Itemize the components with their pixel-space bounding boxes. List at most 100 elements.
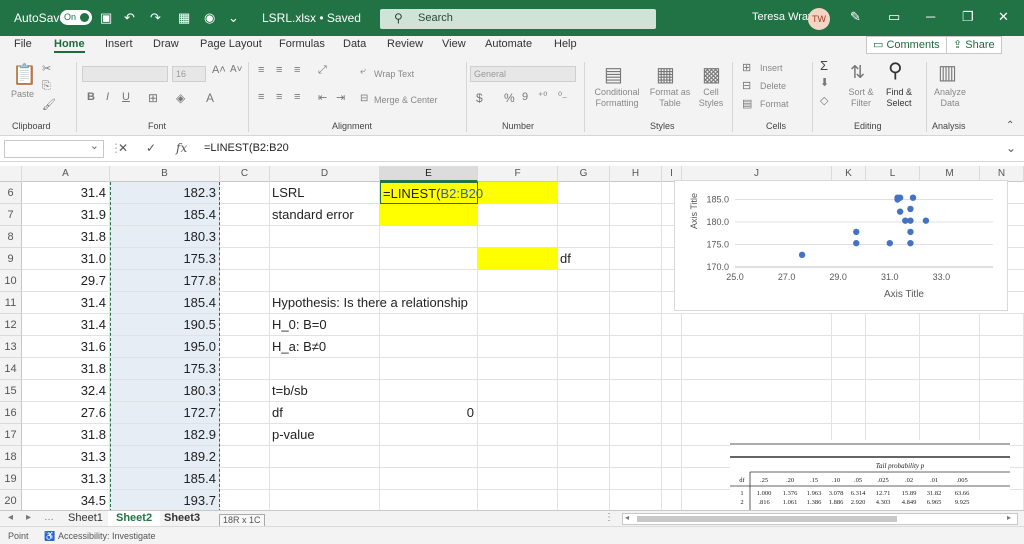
tab-draw[interactable]: Draw	[153, 38, 179, 50]
cell-e19[interactable]	[380, 468, 478, 490]
increase-font-icon[interactable]: A˄	[212, 64, 226, 76]
tab-page-layout[interactable]: Page Layout	[200, 38, 262, 50]
comments-button[interactable]: ▭ Comments	[866, 36, 947, 54]
paste-label[interactable]: Paste	[11, 89, 34, 100]
enter-icon[interactable]: ✓	[146, 141, 156, 155]
cell-g11[interactable]	[558, 292, 610, 314]
cell-i18[interactable]	[662, 446, 682, 468]
italic-icon[interactable]: I	[106, 91, 109, 103]
row-header[interactable]: 19	[0, 468, 22, 490]
cell-c6[interactable]	[220, 182, 270, 204]
decrease-decimal-icon[interactable]: ⁰₋	[558, 91, 567, 102]
sort-filter-label[interactable]: Sort & Filter	[846, 87, 876, 109]
align-center-icon[interactable]: ≡	[276, 91, 282, 103]
cell-c11[interactable]	[220, 292, 270, 314]
cell-h6[interactable]	[610, 182, 662, 204]
cell-f20[interactable]	[478, 490, 558, 510]
cell-e17[interactable]	[380, 424, 478, 446]
cell-d13[interactable]: H_a: B≠0	[270, 336, 380, 358]
cell-d18[interactable]	[270, 446, 380, 468]
file-name[interactable]: LSRL.xlsx • Saved	[262, 11, 361, 25]
cell-l12[interactable]	[866, 314, 920, 336]
cell-d11[interactable]: Hypothesis: Is there a relationship	[270, 292, 468, 314]
tab-automate[interactable]: Automate	[485, 38, 532, 50]
cell-h17[interactable]	[610, 424, 662, 446]
scroll-left-icon[interactable]: ◂	[625, 513, 629, 522]
cell-g18[interactable]	[558, 446, 610, 468]
next-sheet-icon[interactable]: ▸	[26, 512, 31, 523]
underline-icon[interactable]: U	[122, 91, 130, 103]
cell-g14[interactable]	[558, 358, 610, 380]
cell-g6[interactable]	[558, 182, 610, 204]
cell-f13[interactable]	[478, 336, 558, 358]
cell-e15[interactable]	[380, 380, 478, 402]
font-size-dropdown[interactable]: 16	[172, 66, 206, 82]
row-header[interactable]: 11	[0, 292, 22, 314]
close-icon[interactable]: ✕	[998, 9, 1009, 25]
cell-g9[interactable]: df	[558, 248, 610, 270]
cell-c10[interactable]	[220, 270, 270, 292]
cell-l16[interactable]	[866, 402, 920, 424]
wrap-text-label[interactable]: Wrap Text	[374, 69, 414, 80]
cell-f6[interactable]	[478, 182, 558, 204]
cell-d16[interactable]: df	[270, 402, 380, 424]
scroll-right-icon[interactable]: ▸	[1007, 513, 1011, 522]
tab-file[interactable]: File	[14, 38, 32, 50]
sort-filter-icon[interactable]: ⇅	[850, 62, 865, 83]
cell-a6[interactable]: 31.4	[22, 182, 110, 204]
column-header-f[interactable]: F	[478, 166, 558, 182]
decrease-indent-icon[interactable]: ⇤	[318, 91, 327, 104]
cell-e7[interactable]	[380, 204, 478, 226]
cell-a13[interactable]: 31.6	[22, 336, 110, 358]
cell-f9[interactable]	[478, 248, 558, 270]
cell-f11[interactable]	[478, 292, 558, 314]
column-header-h[interactable]: H	[610, 166, 662, 182]
cell-d12[interactable]: H_0: B=0	[270, 314, 380, 336]
cell-h18[interactable]	[610, 446, 662, 468]
row-header[interactable]: 14	[0, 358, 22, 380]
cell-n16[interactable]	[980, 402, 1024, 424]
format-as-table-icon[interactable]: ▦	[656, 62, 675, 87]
cell-c7[interactable]	[220, 204, 270, 226]
cell-d20[interactable]	[270, 490, 380, 510]
cell-g8[interactable]	[558, 226, 610, 248]
cell-n13[interactable]	[980, 336, 1024, 358]
cell-d17[interactable]: p-value	[270, 424, 380, 446]
cell-d15[interactable]: t=b/sb	[270, 380, 380, 402]
scrollbar-thumb[interactable]	[637, 516, 897, 522]
cell-styles-icon[interactable]: ▩	[702, 62, 721, 87]
select-all-corner[interactable]	[0, 166, 22, 182]
wrap-text-icon[interactable]: ⤶	[360, 66, 366, 77]
merge-center-icon[interactable]: ⊟	[360, 93, 368, 104]
cell-i20[interactable]	[662, 490, 682, 510]
cell-e13[interactable]	[380, 336, 478, 358]
scatter-chart[interactable]: 170.0 175.0 180.0 185.0 25.0 27.0 29.0 31.0 33.0…	[674, 180, 1008, 311]
clear-icon[interactable]: ◇	[820, 94, 828, 107]
more-sheets-icon[interactable]: …	[44, 512, 54, 523]
cell-m13[interactable]	[920, 336, 980, 358]
cell-g17[interactable]	[558, 424, 610, 446]
paste-icon[interactable]: 📋	[12, 62, 37, 87]
cell-c12[interactable]	[220, 314, 270, 336]
top-align-icon[interactable]: ≡	[258, 64, 264, 76]
cell-f12[interactable]	[478, 314, 558, 336]
cell-f8[interactable]	[478, 226, 558, 248]
fill-icon[interactable]: ⬇	[820, 76, 829, 89]
column-header-e[interactable]: E	[380, 166, 478, 182]
row-header[interactable]: 15	[0, 380, 22, 402]
cell-a18[interactable]: 31.3	[22, 446, 110, 468]
cell-e20[interactable]	[380, 490, 478, 510]
accessibility-icon[interactable]: ♿	[44, 531, 55, 542]
format-label[interactable]: Format	[760, 99, 789, 110]
cell-h11[interactable]	[610, 292, 662, 314]
row-header[interactable]: 12	[0, 314, 22, 336]
cell-f7[interactable]	[478, 204, 558, 226]
row-header[interactable]: 17	[0, 424, 22, 446]
increase-decimal-icon[interactable]: ⁺⁰	[538, 91, 547, 102]
cell-i17[interactable]	[662, 424, 682, 446]
column-header-b[interactable]: B	[110, 166, 220, 182]
sheet-tab-sheet1[interactable]: Sheet1	[60, 511, 111, 526]
analyze-data-label[interactable]: Analyze Data	[930, 87, 970, 109]
analyze-data-icon[interactable]: ▥	[938, 60, 957, 85]
copy-icon[interactable]: ⎘	[42, 80, 51, 93]
